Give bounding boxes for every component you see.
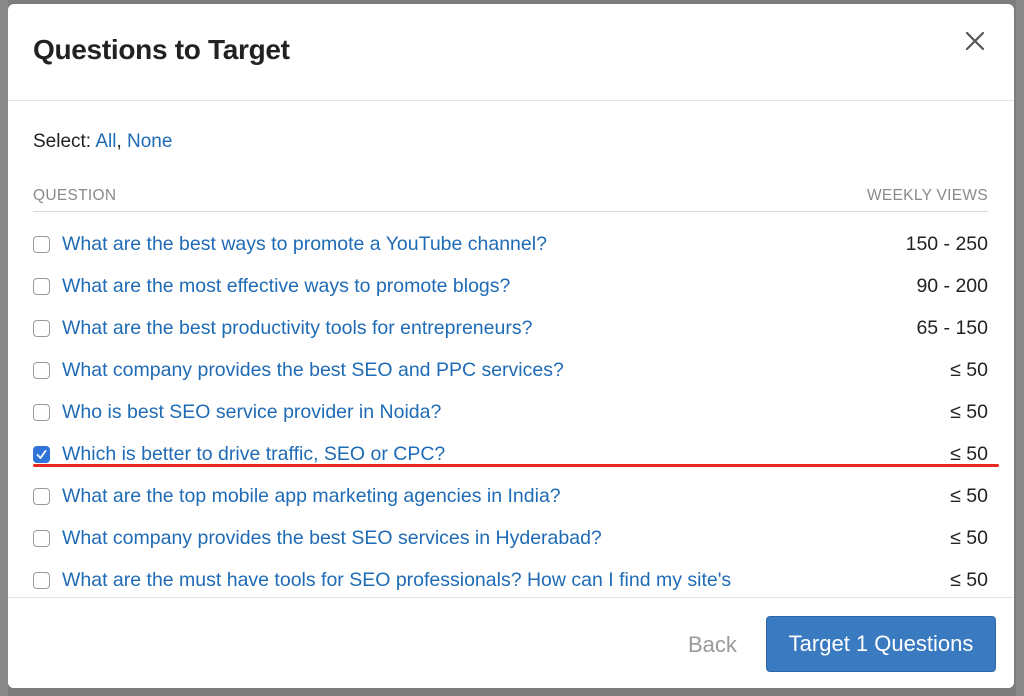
question-row: What are the most effective ways to prom… [33, 265, 988, 307]
question-row: What company provides the best SEO servi… [33, 517, 988, 559]
select-none-link[interactable]: None [127, 131, 172, 152]
question-row: What are the best productivity tools for… [33, 307, 988, 349]
question-link[interactable]: Which is better to drive traffic, SEO or… [62, 443, 445, 466]
checkmark-icon [36, 449, 47, 459]
weekly-views-value: 65 - 150 [916, 316, 988, 339]
back-button[interactable]: Back [688, 632, 737, 658]
select-separator: , [116, 131, 122, 152]
weekly-views-value: ≤ 50 [950, 442, 988, 465]
question-checkbox[interactable] [33, 361, 50, 379]
question-link[interactable]: What are the top mobile app marketing ag… [62, 485, 561, 508]
modal-header: Questions to Target [8, 4, 1014, 101]
question-row: What are the best ways to promote a YouT… [33, 223, 988, 265]
question-checkbox[interactable] [33, 277, 50, 295]
question-list: What are the best ways to promote a YouT… [33, 223, 988, 597]
question-link[interactable]: What company provides the best SEO and P… [62, 359, 564, 382]
question-row: What are the top mobile app marketing ag… [33, 475, 988, 517]
question-link[interactable]: What are the must have tools for SEO pro… [62, 569, 731, 592]
modal-footer: Back Target 1 Questions [8, 597, 1014, 688]
close-icon [965, 31, 985, 51]
select-controls: Select: All, None [33, 131, 172, 153]
question-row: What are the must have tools for SEO pro… [33, 559, 988, 597]
weekly-views-value: ≤ 50 [950, 400, 988, 423]
weekly-views-value: ≤ 50 [950, 526, 988, 549]
question-checkbox[interactable] [33, 319, 50, 337]
column-header-question: QUESTION [33, 187, 117, 204]
weekly-views-value: 90 - 200 [916, 274, 988, 297]
question-row: Who is best SEO service provider in Noid… [33, 391, 988, 433]
questions-modal: Questions to Target Select: All, None QU… [8, 4, 1014, 688]
table-header: QUESTION WEEKLY VIEWS [33, 187, 988, 212]
backdrop [1016, 0, 1024, 696]
weekly-views-value: 150 - 250 [905, 232, 988, 255]
question-link[interactable]: What are the best ways to promote a YouT… [62, 233, 547, 256]
weekly-views-value: ≤ 50 [950, 568, 988, 591]
question-checkbox[interactable] [33, 487, 50, 505]
target-questions-button[interactable]: Target 1 Questions [766, 616, 996, 672]
question-row: What company provides the best SEO and P… [33, 349, 988, 391]
select-all-link[interactable]: All [95, 131, 116, 152]
question-checkbox[interactable] [33, 571, 50, 589]
weekly-views-value: ≤ 50 [950, 358, 988, 381]
close-button[interactable] [964, 30, 986, 52]
modal-body: Select: All, None QUESTION WEEKLY VIEWS … [8, 101, 1014, 597]
question-row: Which is better to drive traffic, SEO or… [33, 433, 988, 475]
backdrop [0, 0, 8, 696]
column-header-weekly-views: WEEKLY VIEWS [866, 187, 988, 204]
question-checkbox[interactable] [33, 529, 50, 547]
select-label: Select: [33, 131, 92, 152]
modal-title: Questions to Target [33, 34, 290, 65]
question-link[interactable]: Who is best SEO service provider in Noid… [62, 401, 441, 424]
question-checkbox[interactable] [33, 445, 50, 463]
question-link[interactable]: What are the most effective ways to prom… [62, 275, 510, 298]
weekly-views-value: ≤ 50 [950, 484, 988, 507]
question-link[interactable]: What company provides the best SEO servi… [62, 527, 602, 550]
question-link[interactable]: What are the best productivity tools for… [62, 317, 532, 340]
highlight-underline [33, 464, 999, 467]
question-checkbox[interactable] [33, 403, 50, 421]
question-checkbox[interactable] [33, 235, 50, 253]
